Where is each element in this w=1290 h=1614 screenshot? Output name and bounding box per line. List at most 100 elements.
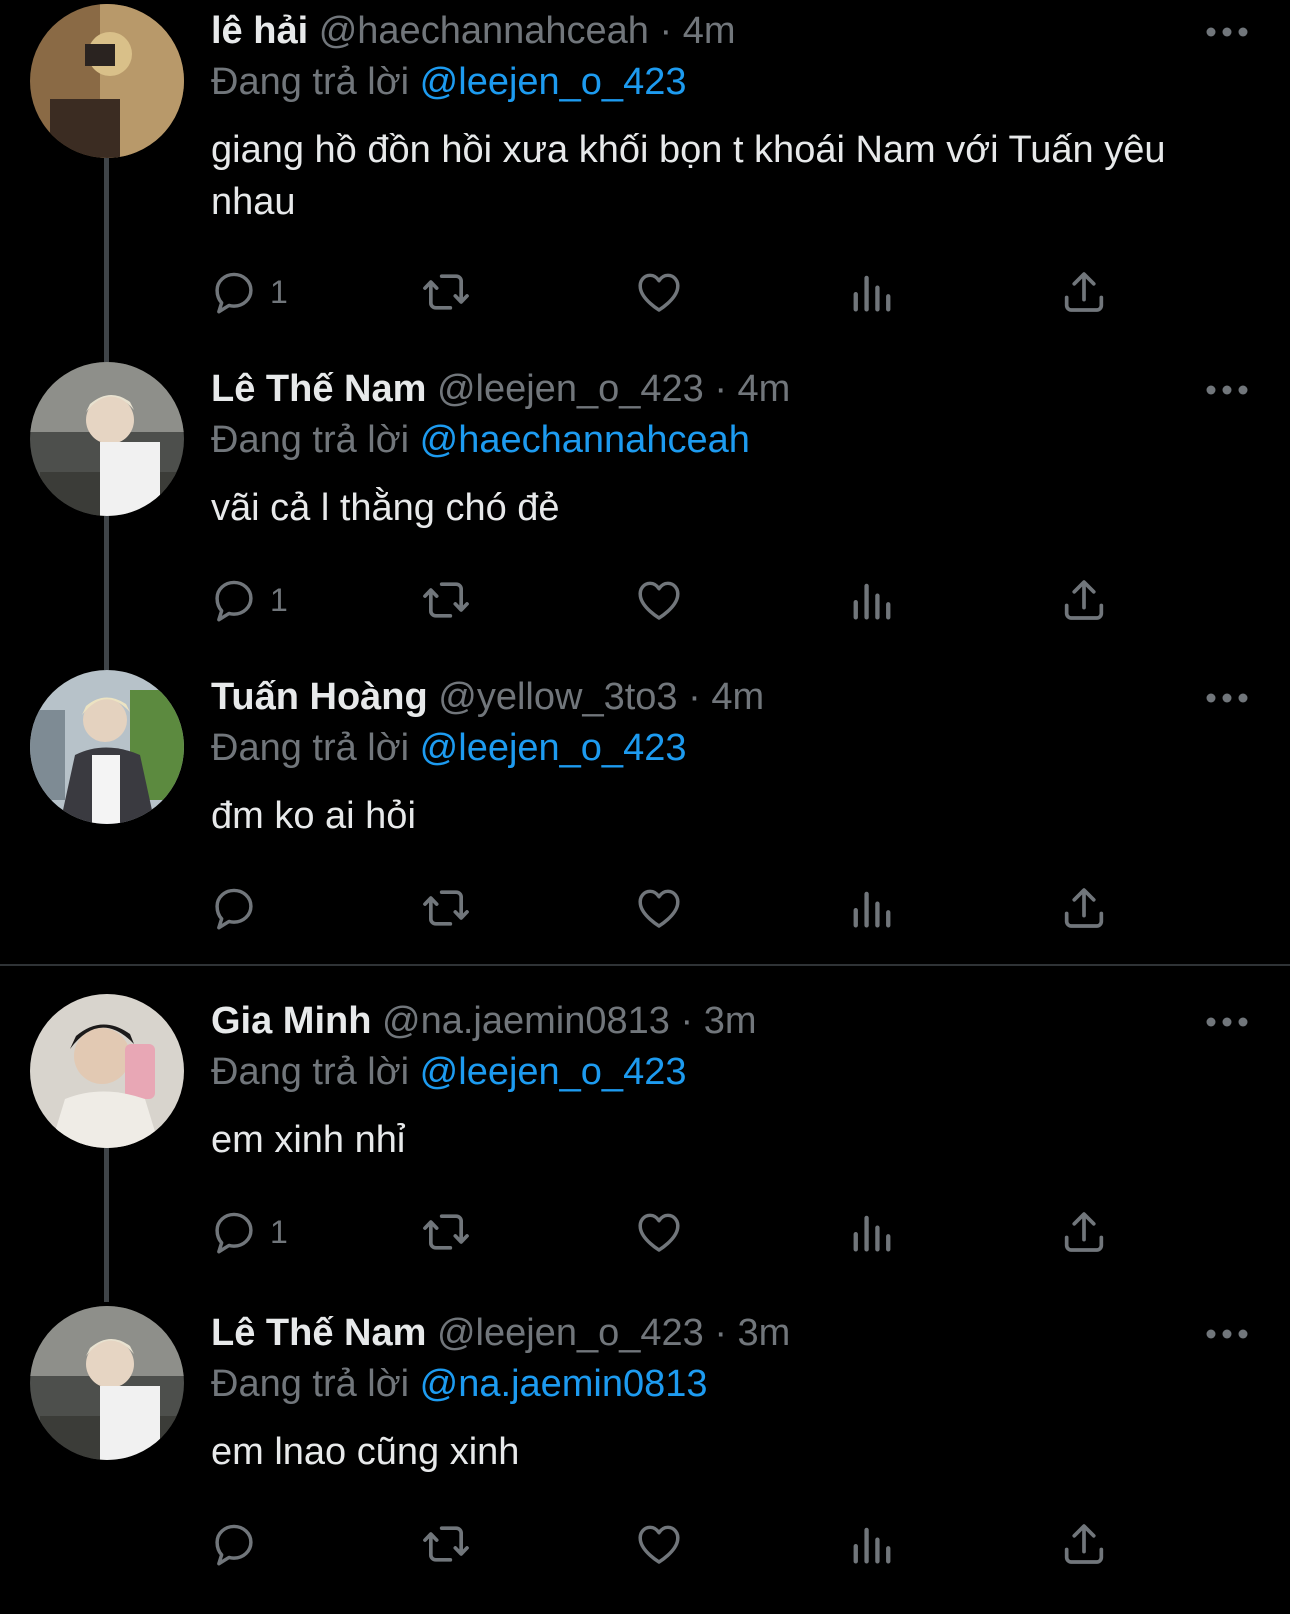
views-button[interactable] — [846, 570, 898, 630]
share-icon — [1064, 580, 1104, 620]
share-button[interactable] — [1058, 878, 1110, 938]
display-name[interactable]: Gia Minh — [211, 1000, 371, 1042]
timestamp[interactable]: 3m — [738, 1312, 791, 1354]
tweet-header: Lê Thế Nam @leejen_o_423 · 3m — [211, 1312, 791, 1354]
action-bar: 1 — [0, 262, 1290, 322]
like-icon — [638, 273, 680, 312]
timestamp[interactable]: 4m — [738, 368, 791, 410]
display-name[interactable]: lê hải — [211, 10, 308, 52]
action-bar — [0, 1514, 1290, 1574]
avatar[interactable] — [30, 994, 184, 1148]
tweet-header: Gia Minh @na.jaemin0813 · 3m — [211, 1000, 757, 1042]
share-icon — [1064, 888, 1104, 928]
views-button[interactable] — [846, 878, 898, 938]
mention-link[interactable]: @leejen_o_423 — [420, 61, 687, 103]
timestamp[interactable]: 4m — [683, 10, 736, 52]
replying-to: Đang trả lời @leejen_o_423 — [211, 727, 687, 769]
like-button[interactable] — [633, 262, 685, 322]
views-icon — [853, 275, 891, 312]
replying-to: Đang trả lời @na.jaemin0813 — [211, 1363, 708, 1405]
tweet-4[interactable]: Gia Minh @na.jaemin0813 · 3m Đang trả lờ… — [0, 990, 1290, 1302]
display-name[interactable]: Lê Thế Nam — [211, 368, 426, 410]
reply-icon — [215, 888, 253, 930]
retweet-button[interactable] — [420, 262, 472, 322]
user-handle[interactable]: @leejen_o_423 — [437, 1312, 704, 1354]
reply-button[interactable]: 1 — [208, 262, 288, 322]
mention-link[interactable]: @leejen_o_423 — [420, 1051, 687, 1093]
views-button[interactable] — [846, 1514, 898, 1574]
action-bar: 1 — [0, 1202, 1290, 1262]
reply-button[interactable] — [208, 1514, 270, 1574]
share-button[interactable] — [1058, 262, 1110, 322]
retweet-icon — [423, 274, 469, 310]
thread-divider — [0, 964, 1290, 966]
more-icon[interactable] — [1205, 1320, 1249, 1348]
like-button[interactable] — [633, 878, 685, 938]
share-button[interactable] — [1058, 1202, 1110, 1262]
share-icon — [1064, 1524, 1104, 1564]
tweet-text: em xinh nhỉ — [211, 1119, 406, 1161]
more-icon[interactable] — [1205, 18, 1249, 46]
views-icon — [853, 1527, 891, 1564]
avatar[interactable] — [30, 362, 184, 516]
reply-count: 1 — [270, 1213, 288, 1250]
tweet-text: đm ko ai hỏi — [211, 795, 416, 837]
more-icon[interactable] — [1205, 1008, 1249, 1036]
retweet-button[interactable] — [420, 1202, 472, 1262]
replying-to: Đang trả lời @haechannahceah — [211, 419, 750, 461]
display-name[interactable]: Tuấn Hoàng — [211, 676, 428, 718]
avatar[interactable] — [30, 1306, 184, 1460]
user-handle[interactable]: @yellow_3to3 — [438, 676, 677, 718]
tweet-header: lê hải @haechannahceah · 4m — [211, 10, 736, 52]
retweet-button[interactable] — [420, 1514, 472, 1574]
tweet-text: em lnao cũng xinh — [211, 1431, 520, 1473]
like-button[interactable] — [633, 570, 685, 630]
user-handle[interactable]: @leejen_o_423 — [437, 368, 704, 410]
more-icon[interactable] — [1205, 376, 1249, 404]
reply-button[interactable]: 1 — [208, 1202, 288, 1262]
timestamp[interactable]: 3m — [704, 1000, 757, 1042]
more-icon[interactable] — [1205, 684, 1249, 712]
action-bar — [0, 878, 1290, 938]
mention-link[interactable]: @leejen_o_423 — [420, 727, 687, 769]
views-button[interactable] — [846, 1202, 898, 1262]
retweet-button[interactable] — [420, 570, 472, 630]
like-button[interactable] — [633, 1514, 685, 1574]
tweet-text: giang hồ đồn hồi xưa khối bọn t khoái Na… — [211, 129, 1166, 223]
tweet-5[interactable]: Lê Thế Nam @leejen_o_423 · 3m Đang trả l… — [0, 1302, 1290, 1614]
retweet-icon — [423, 582, 469, 618]
views-button[interactable] — [846, 262, 898, 322]
display-name[interactable]: Lê Thế Nam — [211, 1312, 426, 1354]
reply-icon — [215, 1212, 253, 1254]
action-bar: 1 — [0, 570, 1290, 630]
like-icon — [638, 581, 680, 620]
mention-link[interactable]: @na.jaemin0813 — [420, 1363, 708, 1405]
tweet-2[interactable]: Lê Thế Nam @leejen_o_423 · 4m Đang trả l… — [0, 358, 1290, 670]
reply-count: 1 — [270, 273, 288, 310]
mention-link[interactable]: @haechannahceah — [420, 419, 750, 461]
share-button[interactable] — [1058, 1514, 1110, 1574]
reply-icon — [215, 580, 253, 622]
like-button[interactable] — [633, 1202, 685, 1262]
reply-icon — [215, 272, 253, 314]
like-icon — [638, 1213, 680, 1252]
timestamp[interactable]: 4m — [711, 676, 764, 718]
retweet-icon — [423, 1526, 469, 1562]
reply-button[interactable] — [208, 878, 270, 938]
avatar[interactable] — [30, 4, 184, 158]
tweet-3[interactable]: Tuấn Hoàng @yellow_3to3 · 4m Đang trả lờ… — [0, 666, 1290, 978]
like-icon — [638, 1525, 680, 1564]
share-button[interactable] — [1058, 570, 1110, 630]
reply-count: 1 — [270, 581, 288, 618]
user-handle[interactable]: @na.jaemin0813 — [382, 1000, 670, 1042]
user-handle[interactable]: @haechannahceah — [319, 10, 649, 52]
reply-button[interactable]: 1 — [208, 570, 288, 630]
retweet-button[interactable] — [420, 878, 472, 938]
retweet-icon — [423, 890, 469, 926]
avatar[interactable] — [30, 670, 184, 824]
share-icon — [1064, 1212, 1104, 1252]
tweet-header: Lê Thế Nam @leejen_o_423 · 4m — [211, 368, 791, 410]
replying-to: Đang trả lời @leejen_o_423 — [211, 1051, 687, 1093]
reply-icon — [215, 1524, 253, 1566]
tweet-1[interactable]: lê hải @haechannahceah · 4m Đang trả lời… — [0, 0, 1290, 368]
